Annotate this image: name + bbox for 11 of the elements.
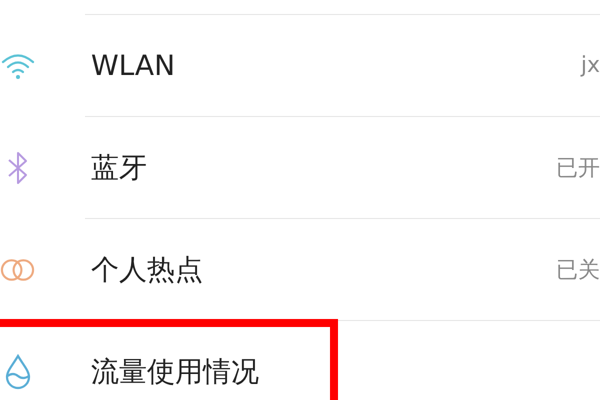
setting-label[interactable]: 蓝牙 (91, 148, 147, 186)
setting-value: 已关 (556, 256, 600, 284)
setting-value: 已开 (556, 154, 600, 182)
wifi-icon (0, 52, 34, 80)
hotspot-icon (0, 257, 35, 283)
setting-value: jx (580, 53, 600, 78)
setting-label[interactable]: 个人热点 (91, 250, 203, 288)
water-drop-icon (4, 354, 32, 390)
setting-label[interactable]: 流量使用情况 (91, 352, 259, 390)
bluetooth-icon (6, 151, 30, 185)
setting-label[interactable]: WLAN (91, 49, 176, 82)
